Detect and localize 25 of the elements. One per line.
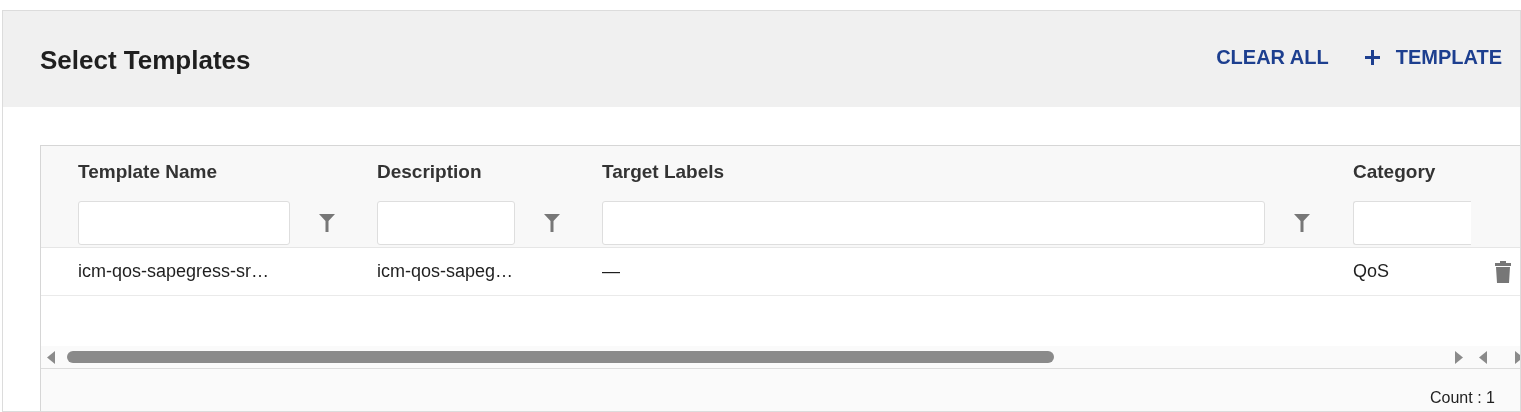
row-count: Count : 1 [1430, 388, 1495, 408]
column-header[interactable]: Description [377, 161, 482, 183]
filter-field[interactable] [1353, 201, 1471, 245]
filter-field[interactable] [602, 201, 1265, 245]
column-header[interactable]: Template Name [78, 161, 218, 183]
column-header[interactable]: Target Labels [602, 161, 725, 183]
column-header[interactable]: Category [1353, 161, 1436, 183]
scroll-left-icon[interactable] [47, 351, 55, 364]
filter-field[interactable] [78, 201, 290, 245]
scroll-right-icon[interactable] [1455, 351, 1463, 364]
plus-icon [1364, 49, 1380, 65]
table-cell: icm-qos-sapeg… [377, 261, 514, 281]
filter-icon[interactable] [544, 214, 560, 232]
add-template-button[interactable]: TEMPLATE [1364, 42, 1502, 72]
filter-icon[interactable] [1294, 214, 1310, 232]
delete-icon[interactable] [1495, 260, 1511, 283]
table-cell: icm-qos-sapegress-sr… [78, 261, 270, 281]
filter-field[interactable] [377, 201, 515, 245]
scrollbar-thumb[interactable] [67, 351, 1054, 363]
clear-all-button[interactable]: CLEAR ALL [1216, 42, 1329, 72]
page-title: Select Templates [40, 44, 251, 77]
scroll-left-icon[interactable] [1479, 351, 1487, 364]
filter-icon[interactable] [319, 214, 335, 232]
table-cell: — [602, 261, 620, 281]
table-cell: QoS [1353, 261, 1390, 281]
